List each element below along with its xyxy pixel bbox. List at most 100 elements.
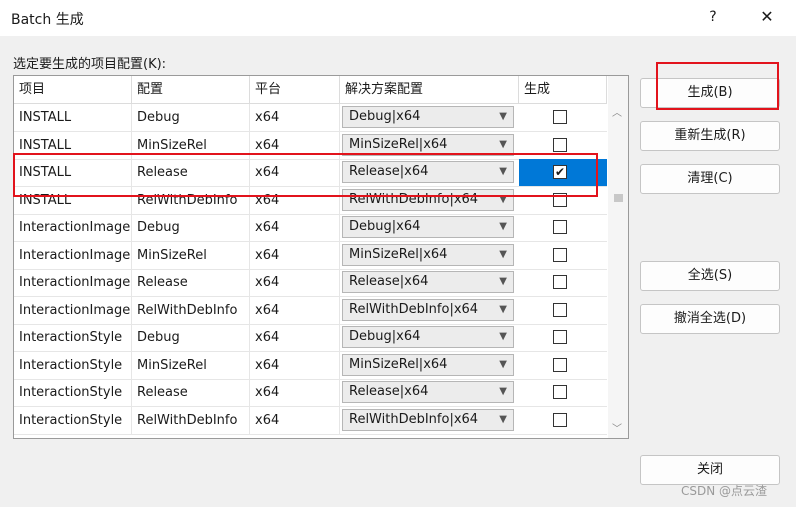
build-checkbox[interactable] <box>553 110 567 124</box>
platform-cell: x64 <box>250 104 340 131</box>
chevron-down-icon[interactable]: ▼ <box>499 410 507 430</box>
platform-cell: x64 <box>250 379 340 406</box>
chevron-down-icon[interactable]: ▼ <box>499 327 507 347</box>
col-header-build[interactable]: 生成 <box>519 76 607 103</box>
solution-config-dropdown[interactable]: RelWithDebInfo|x64 ▼ <box>342 298 514 321</box>
table-row[interactable]: InteractionImage RelWithDebInfo x64 RelWith… <box>14 296 607 325</box>
project-cell: INSTALL <box>14 159 132 186</box>
col-header-platform[interactable]: 平台 <box>250 76 340 103</box>
build-cell[interactable] <box>519 379 607 406</box>
close-window-button[interactable]: ✕ <box>752 4 782 30</box>
solution-config-dropdown[interactable]: Debug|x64 ▼ <box>342 216 514 238</box>
chevron-down-icon[interactable]: ▼ <box>499 300 507 320</box>
solution-config-value: MinSizeRel|x64 <box>349 246 448 262</box>
help-button[interactable]: ? <box>700 4 726 30</box>
deselect-all-button[interactable]: 撤消全选(D) <box>640 304 780 334</box>
table-row[interactable]: InteractionImage Debug x64 Debug|x64 ▼ <box>14 214 607 242</box>
build-cell[interactable] <box>519 352 607 379</box>
table-row[interactable]: INSTALL MinSizeRel x64 MinSizeRel|x64 ▼ <box>14 131 607 160</box>
table-row[interactable]: InteractionImage Release x64 Release|x64 ▼ <box>14 269 607 297</box>
solution-config-dropdown[interactable]: Release|x64 ▼ <box>342 161 514 183</box>
table-row[interactable]: InteractionStyle MinSizeRel x64 MinSizeRel|… <box>14 351 607 380</box>
col-header-project[interactable]: 项目 <box>14 76 132 103</box>
solution-config-dropdown[interactable]: Debug|x64 ▼ <box>342 326 514 348</box>
solution-config-dropdown[interactable]: MinSizeRel|x64 ▼ <box>342 243 514 266</box>
solution-config-dropdown[interactable]: RelWithDebInfo|x64 ▼ <box>342 408 514 431</box>
build-checkbox[interactable] <box>553 192 567 207</box>
rebuild-button[interactable]: 重新生成(R) <box>640 121 780 151</box>
table-row[interactable]: InteractionStyle Debug x64 Debug|x64 ▼ <box>14 324 607 352</box>
build-cell[interactable] <box>519 214 607 241</box>
config-cell: Debug <box>132 104 250 131</box>
chevron-down-icon[interactable]: ▼ <box>499 135 507 155</box>
close-button[interactable]: 关闭 <box>640 455 780 485</box>
chevron-down-icon[interactable]: ▼ <box>499 217 507 237</box>
build-checkbox[interactable] <box>553 357 567 372</box>
build-cell[interactable]: ✔ <box>519 159 607 186</box>
project-cell: InteractionStyle <box>14 324 132 351</box>
table-row[interactable]: InteractionStyle RelWithDebInfo x64 RelWith… <box>14 406 607 435</box>
project-config-grid[interactable]: 项目 配置 平台 解决方案配置 生成 INSTALL Debug x64 Debug|… <box>13 75 629 439</box>
config-cell: Debug <box>132 214 250 241</box>
build-cell[interactable] <box>519 407 607 434</box>
solution-config-dropdown[interactable]: Debug|x64 ▼ <box>342 106 514 128</box>
build-checkbox[interactable] <box>553 330 567 344</box>
project-cell: InteractionImage <box>14 241 132 269</box>
project-cell: InteractionStyle <box>14 379 132 406</box>
chevron-down-icon[interactable]: ▼ <box>499 107 507 127</box>
platform-cell: x64 <box>250 324 340 351</box>
project-cell: INSTALL <box>14 186 132 214</box>
chevron-down-icon[interactable]: ▼ <box>499 272 507 292</box>
solution-config-dropdown[interactable]: Release|x64 ▼ <box>342 381 514 403</box>
platform-cell: x64 <box>250 269 340 296</box>
build-cell[interactable] <box>519 269 607 296</box>
table-row[interactable]: INSTALL RelWithDebInfo x64 RelWithDebInfo|x… <box>14 186 607 215</box>
build-cell[interactable] <box>519 324 607 351</box>
project-cell: InteractionImage <box>14 214 132 241</box>
solution-config-dropdown[interactable]: MinSizeRel|x64 ▼ <box>342 133 514 156</box>
solution-config-dropdown[interactable]: RelWithDebInfo|x64 ▼ <box>342 188 514 211</box>
build-checkbox[interactable] <box>553 385 567 399</box>
chevron-down-icon[interactable]: ▼ <box>499 382 507 402</box>
col-header-solution-config[interactable]: 解决方案配置 <box>340 76 519 103</box>
solution-config-dropdown[interactable]: MinSizeRel|x64 ▼ <box>342 353 514 376</box>
project-cell: InteractionImage <box>14 269 132 296</box>
build-checkbox[interactable] <box>553 137 567 152</box>
select-all-button[interactable]: 全选(S) <box>640 261 780 291</box>
config-cell: RelWithDebInfo <box>132 296 250 324</box>
solution-config-value: Debug|x64 <box>349 219 421 234</box>
solution-config-dropdown[interactable]: Release|x64 ▼ <box>342 271 514 293</box>
chevron-down-icon[interactable]: ▼ <box>499 190 507 210</box>
clean-button[interactable]: 清理(C) <box>640 164 780 194</box>
build-button[interactable]: 生成(B) <box>640 78 780 108</box>
build-checkbox[interactable] <box>553 220 567 234</box>
col-header-config[interactable]: 配置 <box>132 76 250 103</box>
scroll-thumb[interactable] <box>614 194 623 202</box>
solution-config-value: Debug|x64 <box>349 109 421 124</box>
table-row[interactable]: InteractionImage MinSizeRel x64 MinSizeRel|… <box>14 241 607 270</box>
config-cell: Debug <box>132 324 250 351</box>
build-checkbox[interactable] <box>553 412 567 427</box>
build-cell[interactable] <box>519 297 607 324</box>
table-row[interactable]: INSTALL Release x64 Release|x64 ▼ ✔ <box>14 159 607 187</box>
table-row[interactable]: INSTALL Debug x64 Debug|x64 ▼ <box>14 104 607 132</box>
build-cell[interactable] <box>519 132 607 159</box>
chevron-down-icon[interactable]: ▼ <box>499 245 507 265</box>
scroll-down-icon[interactable]: ﹀ <box>612 420 622 435</box>
title-bar: Batch 生成 ? ✕ <box>0 0 796 36</box>
scroll-up-icon[interactable]: ︿ <box>612 104 622 119</box>
build-checkbox[interactable] <box>553 275 567 289</box>
build-checkbox[interactable]: ✔ <box>553 165 567 179</box>
build-checkbox[interactable] <box>553 247 567 262</box>
build-checkbox[interactable] <box>553 302 567 317</box>
config-cell: MinSizeRel <box>132 131 250 159</box>
chevron-down-icon[interactable]: ▼ <box>499 162 507 182</box>
chevron-down-icon[interactable]: ▼ <box>499 355 507 375</box>
build-cell[interactable] <box>519 242 607 269</box>
platform-cell: x64 <box>250 159 340 186</box>
build-cell[interactable] <box>519 104 607 131</box>
project-cell: INSTALL <box>14 131 132 159</box>
vertical-scrollbar[interactable]: ︿ ﹀ <box>608 76 628 438</box>
build-cell[interactable] <box>519 187 607 214</box>
table-row[interactable]: InteractionStyle Release x64 Release|x64 ▼ <box>14 379 607 407</box>
